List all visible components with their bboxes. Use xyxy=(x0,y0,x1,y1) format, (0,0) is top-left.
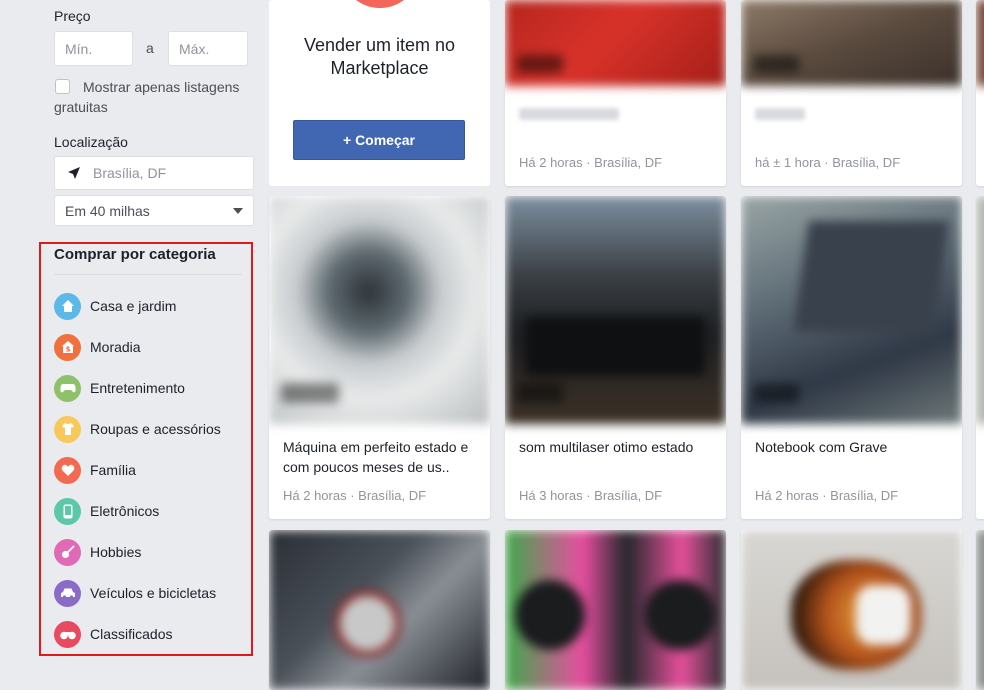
listing-card-partial[interactable] xyxy=(976,196,984,519)
listing-photo xyxy=(741,196,962,424)
radius-select[interactable]: Em 40 milhas xyxy=(54,195,254,226)
category-label: Entretenimento xyxy=(90,380,185,396)
category-label: Eletrônicos xyxy=(90,503,160,519)
binoculars-icon xyxy=(54,620,81,648)
category-label: Casa e jardim xyxy=(90,298,177,314)
listing-photo xyxy=(505,196,726,424)
listing-card[interactable]: Há 2 horas · Brasília, DF xyxy=(505,0,726,186)
listing-photo xyxy=(741,530,962,690)
filters-sidebar: Preço Mín. a Máx. Mostrar apenas listage… xyxy=(0,0,268,673)
category-entretenimento[interactable]: Entretenimento xyxy=(54,374,185,402)
listing-meta: Há 2 horas · Brasília, DF xyxy=(283,488,427,503)
category-label: Classificados xyxy=(90,626,173,642)
sell-item-card: Vender um item no Marketplace + Começar xyxy=(269,0,490,186)
category-label: Veículos e bicicletas xyxy=(90,585,217,601)
location-input[interactable]: Brasília, DF xyxy=(54,156,254,190)
listing-photo xyxy=(741,0,962,86)
svg-text:$: $ xyxy=(65,346,70,354)
listing-card-partial[interactable] xyxy=(976,0,984,186)
location-value: Brasília, DF xyxy=(93,165,167,181)
range-separator: a xyxy=(146,40,154,56)
radius-value: Em 40 milhas xyxy=(65,202,150,219)
listing-title: som multilaser otimo estado xyxy=(519,439,694,455)
gamepad-icon xyxy=(54,374,81,402)
location-label: Localização xyxy=(54,134,128,150)
listing-title: Notebook com Grave xyxy=(755,439,888,455)
max-price-input[interactable]: Máx. xyxy=(168,31,248,66)
min-price-input[interactable]: Mín. xyxy=(54,31,133,66)
listing-meta: há ± 1 hora · Brasília, DF xyxy=(755,155,901,170)
listing-photo xyxy=(976,196,984,424)
guitar-icon xyxy=(54,538,81,566)
category-moradia[interactable]: $ Moradia xyxy=(54,333,141,361)
category-classificados[interactable]: Classificados xyxy=(54,620,172,648)
divider xyxy=(54,274,242,275)
category-label: Hobbies xyxy=(90,544,142,560)
listing-card[interactable]: Notebook com Grave Há 2 horas · Brasília… xyxy=(741,196,962,519)
listing-photo xyxy=(505,530,726,690)
listing-meta: Há 2 horas · Brasília, DF xyxy=(755,488,899,503)
listing-photo xyxy=(269,196,490,424)
car-icon xyxy=(54,579,81,607)
listing-meta: Há 3 horas · Brasília, DF xyxy=(519,488,663,503)
sell-illustration xyxy=(340,0,420,8)
listing-card[interactable] xyxy=(505,530,726,690)
category-veiculos-e-bicicletas[interactable]: Veículos e bicicletas xyxy=(54,579,216,607)
category-hobbies[interactable]: Hobbies xyxy=(54,538,141,566)
category-label: Moradia xyxy=(90,339,141,355)
start-selling-button[interactable]: + Começar xyxy=(293,120,465,160)
listing-photo xyxy=(505,0,726,86)
listing-photo xyxy=(976,530,984,690)
category-label: Família xyxy=(90,462,136,478)
heart-icon xyxy=(54,456,81,484)
category-label: Roupas e acessórios xyxy=(90,421,221,437)
price-label: Preço xyxy=(54,8,91,24)
sell-text: Vender um item no Marketplace xyxy=(303,35,456,78)
listing-card-partial[interactable] xyxy=(976,530,984,690)
listing-title: Máquina em perfeito estado e com poucos … xyxy=(283,439,469,475)
chevron-down-icon xyxy=(233,207,243,214)
shirt-icon xyxy=(54,415,81,443)
listing-card[interactable] xyxy=(269,530,490,690)
listing-meta: Há 2 horas · Brasília, DF xyxy=(519,155,663,170)
listing-card[interactable] xyxy=(741,530,962,690)
listing-photo xyxy=(269,530,490,690)
home-dollar-icon: $ xyxy=(54,333,81,361)
category-title: Comprar por categoria xyxy=(54,246,216,263)
category-casa-e-jardim[interactable]: Casa e jardim xyxy=(54,292,176,320)
free-only-label[interactable]: Mostrar apenas listagens gratuitas xyxy=(54,77,254,117)
location-arrow-icon xyxy=(68,167,80,179)
house-icon xyxy=(54,292,81,320)
listing-card[interactable]: há ± 1 hora · Brasília, DF xyxy=(741,0,962,186)
phone-icon xyxy=(54,497,81,525)
listing-photo xyxy=(976,0,984,86)
blurred-title xyxy=(519,108,619,120)
listing-card[interactable]: som multilaser otimo estado Há 3 horas ·… xyxy=(505,196,726,519)
blurred-title xyxy=(755,108,805,120)
category-eletronicos[interactable]: Eletrônicos xyxy=(54,497,159,525)
category-familia[interactable]: Família xyxy=(54,456,136,484)
listing-card[interactable]: Máquina em perfeito estado e com poucos … xyxy=(269,196,490,519)
category-roupas-e-acessorios[interactable]: Roupas e acessórios xyxy=(54,415,221,443)
